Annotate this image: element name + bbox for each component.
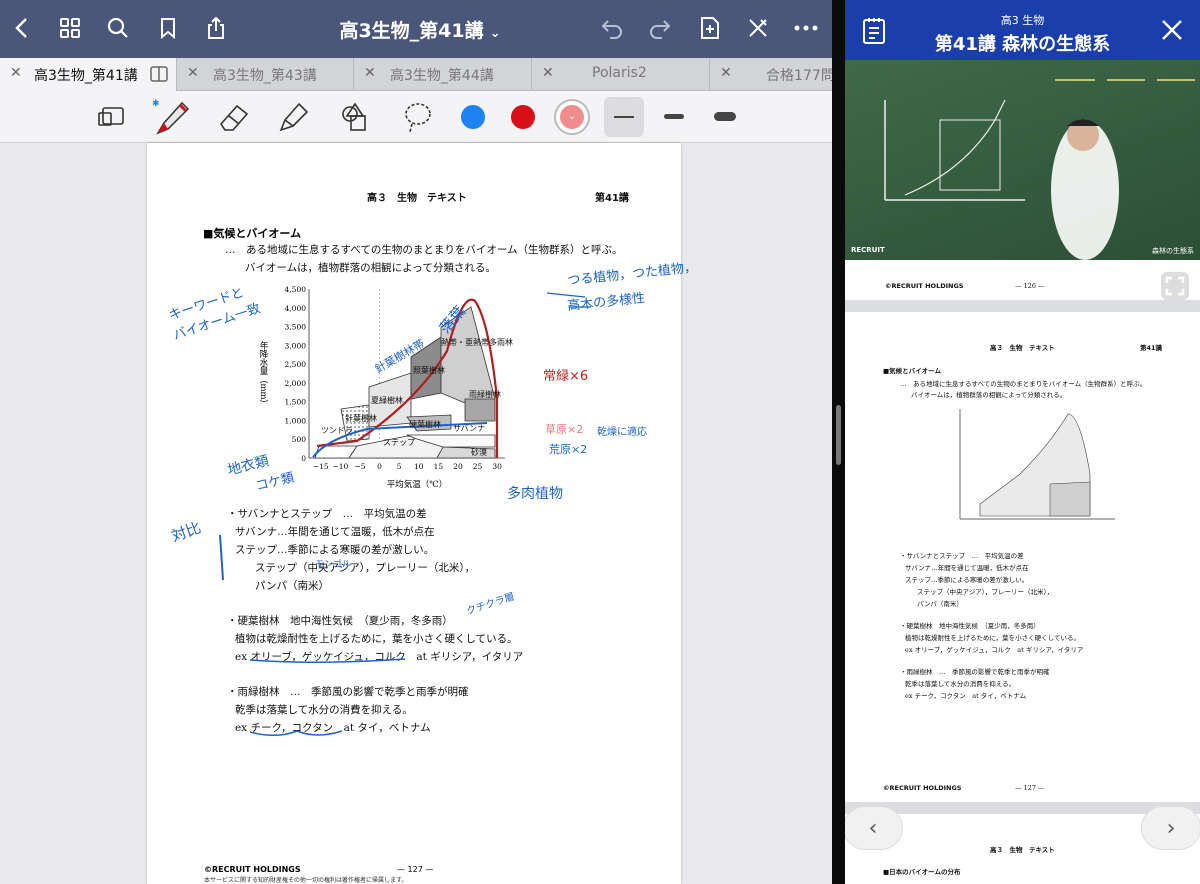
page-number: — 127 — bbox=[397, 865, 434, 874]
top-bar: 高3生物_第41講 ⌄ bbox=[0, 0, 832, 58]
prev-page-button[interactable]: ‹ bbox=[845, 806, 903, 850]
mini-line-1: サバンナ…年間を通じて温暖，低木が点在 bbox=[905, 564, 1029, 572]
note-succulent: 多肉植物 bbox=[507, 486, 563, 502]
mini-footer: ©RECRUIT HOLDINGS bbox=[883, 784, 962, 792]
note-dry: 乾燥に適応 bbox=[597, 427, 647, 438]
fullscreen-icon[interactable] bbox=[1161, 272, 1189, 300]
mini-line-10: ex チーク，コクタン at タイ，ベトナム bbox=[905, 692, 1027, 700]
mini-line-3: ステップ（中央アジア），プレーリー（北米）， bbox=[917, 588, 1054, 596]
share-icon[interactable] bbox=[200, 12, 232, 44]
search-icon[interactable] bbox=[102, 12, 134, 44]
close-tab-icon[interactable]: ✕ bbox=[10, 65, 22, 81]
pen-tool-icon[interactable]: ✱ bbox=[150, 97, 194, 137]
mini-line-4: パンパ（南米） bbox=[917, 600, 963, 608]
undo-icon[interactable] bbox=[596, 12, 628, 44]
color-blue[interactable] bbox=[461, 105, 485, 129]
lecture-pane: 高3 生物 第41講 森林の生態系 RECRUIT 森林の生態系 ©RECRUI… bbox=[845, 0, 1200, 884]
mini-line-2: ステップ…季節による寒暖の差が激しい。 bbox=[905, 576, 1029, 584]
footer-note: 本サービスに関する知的財産権その他一切の権利は著作権者に帰属します。 bbox=[204, 877, 408, 884]
split-handle[interactable] bbox=[836, 405, 841, 465]
split-divider[interactable] bbox=[832, 0, 845, 884]
mini-intro-1: … ある地域に生息するすべての生物のまとまりをバイオーム（生物群系）と呼ぶ。 bbox=[900, 380, 1147, 388]
grid-icon[interactable] bbox=[54, 12, 86, 44]
lasso-icon[interactable] bbox=[398, 97, 438, 137]
mini-header-left: 高３ 生物 テキスト bbox=[990, 344, 1055, 352]
drawing-toolbar: ✱ ⌄ bbox=[0, 91, 832, 143]
chevron-down-icon: ⌄ bbox=[489, 26, 501, 41]
lecture-video[interactable]: RECRUIT 森林の生態系 bbox=[845, 60, 1200, 260]
stroke-thin-selected[interactable] bbox=[604, 97, 644, 137]
highlighter-icon[interactable] bbox=[272, 97, 312, 137]
note-evergreen: 常緑×6 bbox=[543, 369, 589, 384]
prev-page: ©RECRUIT HOLDINGS — 126 — bbox=[845, 260, 1200, 300]
stroke-thick[interactable] bbox=[714, 112, 736, 121]
tab-bar: ✕ 高3生物_第41講 ✕ 高3生物_第43講 ✕ 高3生物_第44講 ✕ Po… bbox=[0, 58, 832, 91]
mini-section-title: ■気候とバイオーム bbox=[883, 367, 941, 375]
document-title[interactable]: 高3生物_第41講 ⌄ bbox=[300, 16, 540, 43]
video-caption: 森林の生態系 bbox=[1152, 247, 1194, 255]
more-icon[interactable] bbox=[790, 12, 822, 44]
lecture-header: 高3 生物 第41講 森林の生態系 bbox=[845, 0, 1200, 60]
eraser-icon[interactable] bbox=[214, 97, 254, 137]
mini-header-right: 第41講 bbox=[1140, 344, 1163, 352]
close-tab-icon[interactable]: ✕ bbox=[720, 65, 732, 81]
mini-line-5: ・硬葉樹林 地中海性気候 （夏少雨，冬多雨） bbox=[900, 622, 1040, 630]
bookmark-icon[interactable] bbox=[152, 12, 184, 44]
current-page[interactable]: 高３ 生物 テキスト 第41講 ■気候とバイオーム … ある地域に生息するすべて… bbox=[845, 312, 1200, 802]
shapes-icon[interactable] bbox=[334, 97, 374, 137]
prev-footer: ©RECRUIT HOLDINGS bbox=[885, 282, 964, 290]
note-page[interactable]: 高３ 生物 テキスト 第41講 ■気候とバイオーム … ある地域に生息するすべて… bbox=[147, 143, 698, 884]
mini-intro-2: バイオームは，植物群落の相観によって分類される。 bbox=[911, 391, 1067, 399]
notes-pane: 高3生物_第41講 ⌄ ✕ 高3生物_第41講 ✕ 高3生物_第43講 ✕ 高3生 bbox=[0, 0, 832, 884]
footer-company: ©RECRUIT HOLDINGS bbox=[204, 865, 301, 874]
mini-line-7: ex オリーブ，ゲッケイジュ，コルク at ギリシア，イタリア bbox=[905, 646, 1084, 654]
close-tab-icon[interactable]: ✕ bbox=[542, 65, 554, 81]
lecture-title: 第41講 森林の生態系 bbox=[934, 34, 1111, 55]
next-header: 高３ 生物 テキスト bbox=[990, 846, 1055, 854]
mini-line-6: 植物は乾燥耐性を上げるために，葉を小さく硬くしている。 bbox=[905, 634, 1080, 642]
lasso-select-icon[interactable] bbox=[92, 97, 132, 137]
tab-177[interactable]: ✕ 合格177問 bbox=[710, 58, 832, 91]
mini-line-8: ・雨緑樹林 … 季節風の影響で乾季と雨季が明確 bbox=[900, 668, 1050, 676]
chevron-left-icon: ‹ bbox=[868, 815, 878, 841]
close-icon[interactable] bbox=[1160, 18, 1184, 46]
note-mongolia: モンゴル bbox=[315, 560, 352, 570]
tab-biology-43[interactable]: ✕ 高3生物_第43講 bbox=[177, 58, 354, 91]
chevron-down-icon: ⌄ bbox=[560, 105, 584, 129]
video-brand: RECRUIT bbox=[851, 246, 885, 254]
next-section-title: ■日本のバイオームの分布 bbox=[883, 868, 961, 876]
prev-page-number: — 126 — bbox=[1015, 282, 1045, 290]
chalk-drawing bbox=[884, 79, 1195, 260]
pen-off-icon[interactable] bbox=[742, 12, 774, 44]
add-page-icon[interactable] bbox=[694, 12, 726, 44]
split-view-icon[interactable] bbox=[150, 66, 168, 86]
note-grassland: 草原×2 bbox=[545, 423, 584, 436]
note-desert: 荒原×2 bbox=[549, 443, 588, 456]
stroke-medium[interactable] bbox=[664, 114, 684, 119]
next-page-button[interactable]: › bbox=[1141, 806, 1200, 850]
mini-chart bbox=[959, 409, 1115, 520]
tab-biology-41[interactable]: ✕ 高3生物_第41講 bbox=[0, 58, 177, 91]
close-tab-icon[interactable]: ✕ bbox=[187, 65, 199, 81]
tab-polaris[interactable]: ✕ Polaris2 bbox=[532, 58, 710, 91]
mini-page-number: — 127 — bbox=[1015, 784, 1045, 792]
back-icon[interactable] bbox=[6, 12, 38, 44]
chevron-right-icon: › bbox=[1166, 815, 1176, 841]
svg-text:✱: ✱ bbox=[152, 99, 160, 109]
close-tab-icon[interactable]: ✕ bbox=[364, 65, 376, 81]
color-red[interactable] bbox=[511, 105, 535, 129]
mini-line-0: ・サバンナとステップ … 平均気温の差 bbox=[900, 552, 1024, 560]
handwriting-strokes bbox=[219, 292, 591, 736]
color-pink-selected[interactable]: ⌄ bbox=[554, 99, 590, 135]
mini-line-9: 乾季は落葉して水分の消費を抑える。 bbox=[905, 680, 1016, 688]
lecture-subtitle: 高3 生物 bbox=[1000, 14, 1045, 27]
redo-icon[interactable] bbox=[644, 12, 676, 44]
tab-biology-44[interactable]: ✕ 高3生物_第44講 bbox=[354, 58, 532, 91]
